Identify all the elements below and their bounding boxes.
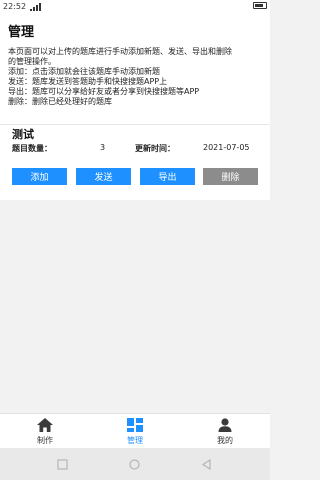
status-right: [253, 2, 267, 9]
update-time-label: 更新时间：: [135, 144, 175, 153]
intro-line: 导出：题库可以分享给好友或者分享到快搜搜题等APP: [8, 87, 200, 96]
nav-label: 管理: [127, 436, 143, 445]
intro-line: 发送：题库发送到答题助手和快搜搜题APP上: [8, 77, 168, 86]
intro-text: 本页面可以对上传的题库进行手动添加新题、发送、导出和删除 的管理操作。 添加：点…: [8, 47, 268, 107]
dashboard-icon: [127, 418, 143, 432]
divider: [0, 124, 270, 125]
recents-icon[interactable]: [57, 459, 68, 470]
question-count-label: 题目数量：: [12, 144, 52, 153]
nav-label: 制作: [37, 436, 53, 445]
intro-line: 本页面可以对上传的题库进行手动添加新题、发送、导出和删除: [8, 47, 232, 56]
intro-line: 的管理操作。: [8, 57, 56, 66]
status-bar: 22:52: [0, 0, 270, 14]
intro-line: 添加：点击添加就会往该题库手动添加新题: [8, 67, 160, 76]
nav-item-make[interactable]: 制作: [0, 414, 90, 449]
nav-label: 我的: [217, 436, 233, 445]
bottom-nav: 制作 管理 我的: [0, 413, 270, 448]
question-count-value: 3: [100, 143, 106, 152]
nav-item-manage[interactable]: 管理: [90, 414, 180, 449]
status-time: 22:52: [3, 2, 27, 11]
back-icon[interactable]: [201, 459, 212, 470]
nav-item-mine[interactable]: 我的: [180, 414, 270, 449]
user-icon: [218, 418, 232, 432]
update-time-value: 2021-07-05: [203, 143, 250, 152]
signal-icon: [30, 3, 41, 11]
system-nav-bar: [0, 448, 270, 480]
delete-button[interactable]: 删除: [203, 168, 258, 185]
page-title: 管理: [8, 25, 35, 40]
battery-icon: [253, 2, 267, 9]
export-button[interactable]: 导出: [140, 168, 195, 185]
home-icon: [37, 418, 53, 432]
send-button[interactable]: 发送: [76, 168, 131, 185]
bank-name: 测试: [12, 128, 34, 141]
manage-card: 管理 本页面可以对上传的题库进行手动添加新题、发送、导出和删除 的管理操作。 添…: [0, 14, 270, 200]
intro-line: 删除：删除已经处理好的题库: [8, 97, 112, 106]
add-button[interactable]: 添加: [12, 168, 67, 185]
home-circle-icon[interactable]: [129, 459, 140, 470]
